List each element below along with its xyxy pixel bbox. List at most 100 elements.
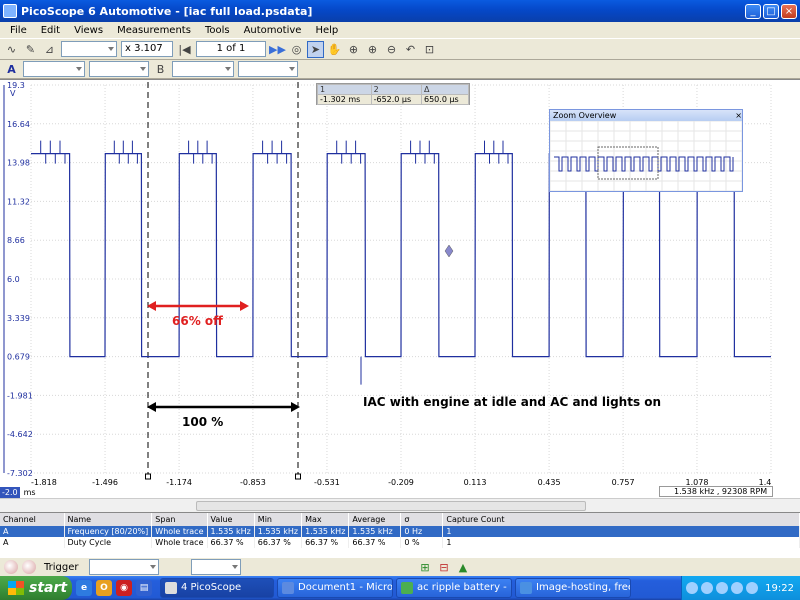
cell-sigma: 0 Hz	[400, 526, 444, 537]
first-buffer-icon[interactable]: |◀	[176, 41, 193, 58]
add-measurement-icon[interactable]: ▲	[455, 559, 472, 576]
x-tick-label: 0.435	[538, 478, 561, 487]
channel-b-coupling-select[interactable]	[238, 61, 298, 77]
col-average[interactable]: Average	[348, 513, 402, 526]
y-tick-label: -7.302	[7, 469, 33, 478]
trigger-mode-select[interactable]	[88, 559, 159, 575]
menu-automotive[interactable]: Automotive	[244, 25, 302, 36]
ruler-legend[interactable]: 1 2 Δ -1.302 ms -652.0 µs 650.0 µs	[316, 83, 470, 105]
undo-zoom-icon[interactable]: ↶	[402, 41, 419, 58]
compass-icon[interactable]: ◎	[288, 41, 305, 58]
wifi-tray-icon[interactable]	[731, 582, 744, 594]
security-tray-icon[interactable]	[716, 582, 729, 594]
trigger-marker[interactable]	[444, 244, 454, 258]
wrench-icon[interactable]: ✎	[22, 41, 39, 58]
col-span[interactable]: Span	[151, 513, 208, 526]
x-tick-label: 0.113	[464, 478, 487, 487]
channel-a-coupling-select[interactable]	[89, 61, 149, 77]
col-min[interactable]: Min	[254, 513, 303, 526]
y-tick-label: 3.339	[7, 314, 30, 323]
col-value[interactable]: Value	[207, 513, 255, 526]
start-capture-icon[interactable]	[4, 560, 18, 574]
col-max[interactable]: Max	[301, 513, 350, 526]
cell-min: 66.37 %	[254, 537, 303, 548]
start-button[interactable]: start	[0, 576, 72, 600]
channel-a-icon[interactable]: A	[3, 61, 20, 78]
outlook-quicklaunch-icon[interactable]: O	[96, 580, 112, 596]
picture-task-icon	[401, 582, 413, 594]
hand-tool-icon[interactable]: ✋	[326, 41, 343, 58]
cell-max: 1.535 kHz	[301, 526, 350, 537]
time-ruler-handle[interactable]	[145, 473, 151, 480]
y-tick-label: -4.642	[7, 430, 33, 439]
task-document1[interactable]: Document1 - Micros...	[277, 578, 393, 598]
zoom-overview-title: Zoom Overview	[553, 111, 617, 120]
x-tick-label: 0.757	[612, 478, 635, 487]
table-row[interactable]: A Duty Cycle Whole trace 66.37 % 66.37 %…	[0, 537, 800, 548]
horizontal-scrollbar[interactable]	[0, 498, 800, 512]
trigger-label: Trigger	[44, 561, 79, 573]
media-quicklaunch-icon[interactable]: ◉	[116, 580, 132, 596]
zoom-out-icon[interactable]: ⊖	[383, 41, 400, 58]
zoom-region-icon[interactable]: ⊕	[345, 41, 362, 58]
remove-rule-icon[interactable]: ⊟	[436, 559, 453, 576]
channel-a-range-select[interactable]	[23, 61, 85, 77]
task-image-hosting[interactable]: Image-hosting, free ...	[515, 578, 631, 598]
channel-b-icon[interactable]: B	[152, 61, 169, 78]
menu-file[interactable]: File	[10, 25, 27, 36]
menu-edit[interactable]: Edit	[41, 25, 60, 36]
menu-help[interactable]: Help	[315, 25, 338, 36]
x-tick-label: -1.496	[92, 478, 118, 487]
off-arrow-right-head	[240, 301, 249, 311]
network-tray-icon[interactable]	[701, 582, 714, 594]
close-button[interactable]: ×	[781, 3, 797, 19]
col-capture-count[interactable]: Capture Count	[442, 513, 800, 526]
y-tick-label: 0.679	[7, 353, 30, 362]
pointer-tool-icon[interactable]: ➤	[307, 40, 324, 58]
cell-capture-count: 1	[442, 537, 800, 548]
y-unit-label: V	[10, 89, 16, 98]
task-label: Document1 - Micros...	[298, 582, 393, 593]
help-tray-icon[interactable]	[686, 582, 699, 594]
trigger-source-select[interactable]	[190, 559, 241, 575]
minimize-button[interactable]: _	[745, 3, 761, 19]
zoom-factor-field[interactable]: x 3.107	[121, 41, 173, 57]
channel-b-range-select[interactable]	[172, 61, 234, 77]
timebase-select[interactable]	[61, 41, 117, 57]
maximize-button[interactable]: □	[763, 3, 779, 19]
zoom-overview-panel[interactable]: Zoom Overview ×	[549, 109, 743, 192]
zoom-to-fit-icon[interactable]: ⊡	[421, 41, 438, 58]
table-row[interactable]: A Frequency [80/20%] Whole trace 1.535 k…	[0, 526, 800, 537]
zoom-overview-close-icon[interactable]: ×	[735, 110, 742, 121]
stop-capture-icon[interactable]	[22, 560, 36, 574]
volume-tray-icon[interactable]	[746, 582, 759, 594]
menu-measurements[interactable]: Measurements	[117, 25, 191, 36]
show-desktop-icon[interactable]: ▤	[136, 580, 152, 596]
task-ac-ripple[interactable]: ac ripple battery - P...	[396, 578, 512, 598]
scope-mode-icon[interactable]: ∿	[3, 41, 20, 58]
zoom-in-icon[interactable]: ⊕	[364, 41, 381, 58]
next-buffer-icon[interactable]: ▶▶	[269, 41, 286, 58]
measurements-table[interactable]: Channel Name Span Value Min Max Average …	[0, 512, 800, 557]
col-channel[interactable]: Channel	[0, 513, 65, 526]
menu-tools[interactable]: Tools	[205, 25, 230, 36]
ruler-value-2: -652.0 µs	[370, 94, 423, 105]
ruler-value-delta: 650.0 µs	[421, 94, 469, 105]
app-icon	[3, 4, 17, 18]
col-sigma[interactable]: σ	[400, 513, 444, 526]
picoscope-task-icon	[165, 582, 177, 594]
add-rule-icon[interactable]: ⊞	[417, 559, 434, 576]
cell-average: 66.37 %	[348, 537, 402, 548]
cell-max: 66.37 %	[301, 537, 350, 548]
time-ruler-handle[interactable]	[295, 473, 301, 480]
task-picoscope[interactable]: 4 PicoScope	[160, 578, 274, 598]
ie-quicklaunch-icon[interactable]: e	[76, 580, 92, 596]
buffer-page-field[interactable]: 1 of 1	[196, 41, 266, 57]
scrollbar-thumb[interactable]	[196, 501, 586, 511]
x-tick-label: -0.209	[388, 478, 414, 487]
col-name[interactable]: Name	[64, 513, 153, 526]
y-tick-label: 16.64	[7, 120, 30, 129]
menu-views[interactable]: Views	[74, 25, 103, 36]
system-tray: 19:22	[681, 576, 800, 600]
ruler-icon[interactable]: ⊿	[41, 41, 58, 58]
